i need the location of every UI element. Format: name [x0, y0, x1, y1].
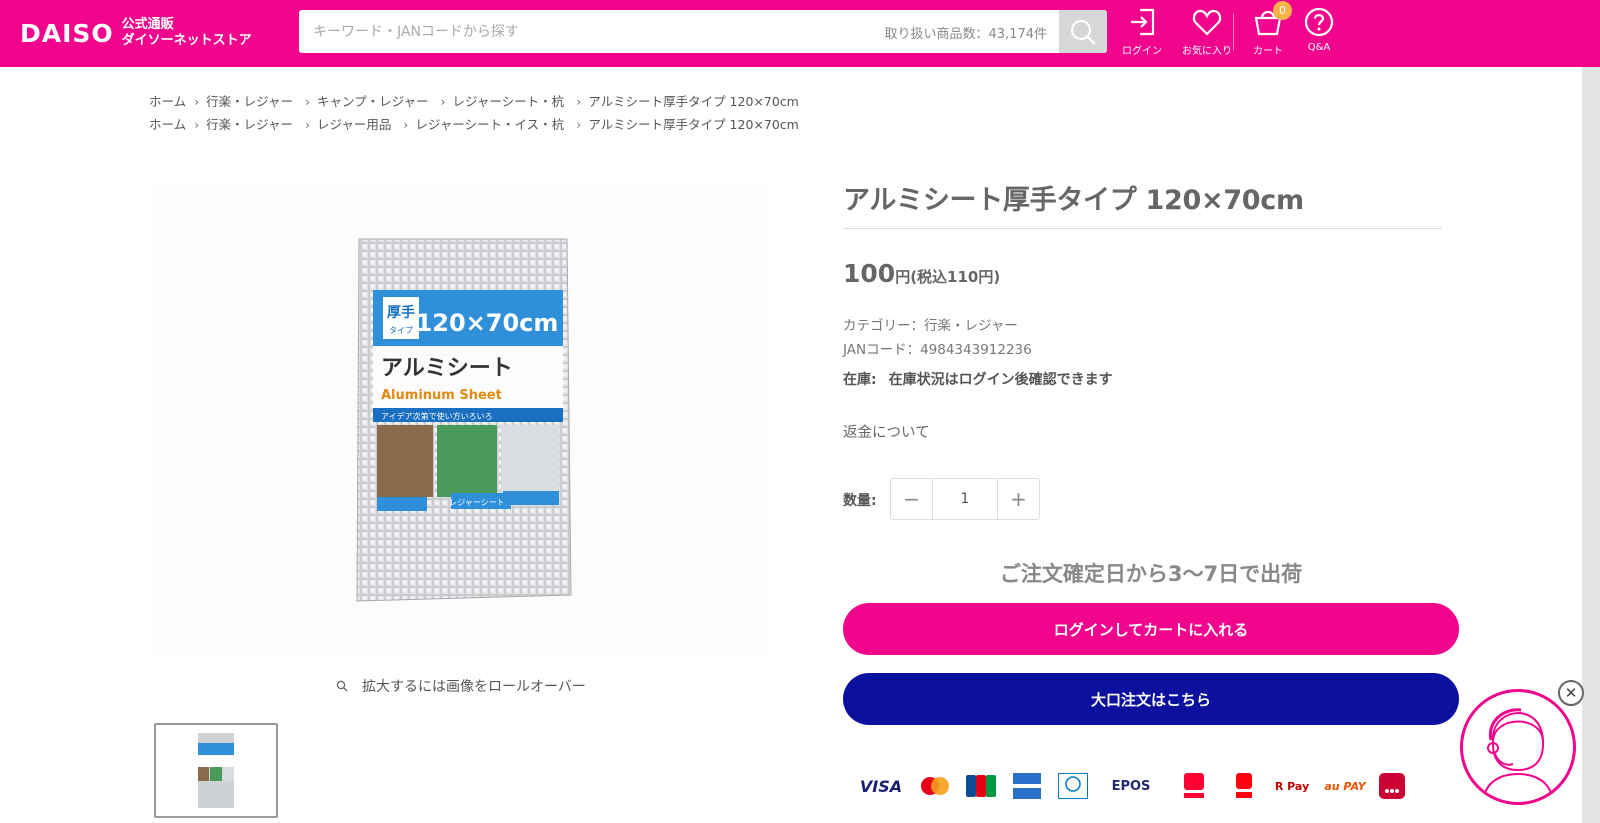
search-icon	[1071, 19, 1096, 45]
chevron-right-icon: ›	[576, 94, 582, 109]
operator-icon	[1482, 708, 1554, 802]
chevron-right-icon: ›	[305, 94, 311, 109]
mastercard-logo	[912, 776, 958, 796]
chevron-right-icon: ›	[403, 117, 409, 132]
product-category: カテゴリー：行楽・レジャー	[843, 318, 1018, 334]
breadcrumb-row: ホーム › 行楽・レジャー › キャンプ・レジャー › レジャーシート・杭 › アルミシ…	[149, 90, 799, 113]
chevron-right-icon: ›	[194, 117, 200, 132]
svg-text:タイプ: タイプ	[389, 326, 413, 335]
breadcrumb-link[interactable]: ホーム	[149, 113, 186, 136]
breadcrumb-current: アルミシート厚手タイプ 120×70cm	[588, 94, 799, 109]
breadcrumb-link[interactable]: 行楽・レジャー	[206, 113, 293, 136]
cart-label: カート	[1253, 46, 1283, 57]
stock-status: 在庫: 在庫状況はログイン後確認できます	[843, 369, 1113, 389]
logo-subtitle: 公式通販 ダイソーネットストア	[122, 17, 252, 49]
breadcrumb: ホーム › 行楽・レジャー › キャンプ・レジャー › レジャーシート・杭 › アルミシ…	[149, 90, 799, 136]
thumbnail-image	[198, 733, 234, 808]
search-button[interactable]	[1059, 10, 1107, 53]
magnifier-icon	[336, 680, 348, 692]
stock-label: 在庫:	[843, 372, 877, 388]
product-count-text: 取り扱い商品数：43,174件	[884, 27, 1048, 42]
chevron-right-icon: ›	[576, 117, 582, 132]
paypay-logo	[1166, 773, 1222, 799]
qa-label: Q&A	[1307, 42, 1331, 53]
rakuten-pay-logo: R Pay	[1274, 779, 1310, 793]
jcb-logo	[958, 775, 1004, 797]
aluminum-sheet-package: 厚手 タイプ 120×70cm アルミシート Aluminum Sheet アイ…	[356, 238, 572, 602]
price-tax-included: (税込110円)	[910, 268, 1001, 286]
quantity-label: 数量:	[843, 493, 877, 509]
minus-icon: −	[903, 487, 920, 511]
cart-count-badge: 0	[1273, 1, 1292, 20]
product-jan-code: JANコード：4984343912236	[843, 342, 1032, 358]
login-icon	[1131, 8, 1155, 36]
svg-text:アイデア次第で使い方いろいろ: アイデア次第で使い方いろいろ	[381, 411, 493, 421]
breadcrumb-link[interactable]: 行楽・レジャー	[206, 90, 293, 113]
breadcrumb-link[interactable]: キャンプ・レジャー	[317, 90, 429, 113]
price-unit: 円	[895, 268, 911, 286]
price-value: 100	[843, 259, 896, 288]
breadcrumb-link[interactable]: レジャーシート・イス・杭	[415, 113, 564, 136]
title-divider	[843, 228, 1442, 229]
chat-close-button[interactable]: ✕	[1558, 680, 1584, 706]
svg-text:Aluminum Sheet: Aluminum Sheet	[381, 388, 502, 403]
svg-text:アルミシート: アルミシート	[381, 356, 513, 381]
site-header: DAISO 公式通販 ダイソーネットストア 取り扱い商品数：43,174件 ログ…	[0, 0, 1600, 67]
qa-button[interactable]: Q&A	[1292, 6, 1346, 58]
quantity-increase-button[interactable]: +	[998, 479, 1039, 519]
breadcrumb-link[interactable]: ホーム	[149, 90, 186, 113]
favorites-label: お気に入り	[1182, 46, 1232, 57]
login-add-to-cart-button[interactable]: ログインしてカートに入れる	[843, 603, 1459, 655]
breadcrumb-link[interactable]: レジャー用品	[317, 113, 391, 136]
zoom-hint-text: 拡大するには画像をロールオーバー	[362, 679, 586, 695]
diners-club-logo	[1050, 773, 1096, 799]
visa-logo: VISA	[859, 776, 903, 796]
svg-text:120×70cm: 120×70cm	[416, 309, 559, 337]
plus-icon: +	[1010, 487, 1027, 511]
heart-icon	[1192, 9, 1222, 36]
zoom-hint: 拡大するには画像をロールオーバー	[336, 676, 586, 696]
quantity-decrease-button[interactable]: −	[891, 479, 932, 519]
epos-logo: EPOS	[1111, 778, 1151, 794]
login-label: ログイン	[1122, 46, 1162, 57]
product-price: 100 円 (税込110円)	[843, 259, 1000, 288]
refund-link[interactable]: 返金について	[843, 421, 930, 442]
breadcrumb-row: ホーム › 行楽・レジャー › レジャー用品 › レジャーシート・イス・杭 › アルミシ…	[149, 113, 799, 136]
quantity-stepper: − 1 +	[890, 478, 1040, 520]
quantity-input[interactable]: 1	[932, 479, 998, 519]
product-title: アルミシート厚手タイプ 120×70cm	[843, 185, 1304, 216]
payment-methods: VISA EPOS R Pay au PAY	[850, 765, 1435, 807]
cart-button[interactable]: 0 カート	[1241, 1, 1295, 58]
search-input[interactable]	[299, 10, 859, 53]
d-barai-logo	[1372, 773, 1412, 799]
logo-wordmark: DAISO	[20, 18, 114, 48]
logo-subtitle-line2: ダイソーネットストア	[121, 33, 252, 48]
shipping-note: ご注文確定日から3〜7日で出荷	[999, 562, 1303, 586]
login-button[interactable]: ログイン	[1115, 6, 1169, 58]
breadcrumb-link[interactable]: レジャーシート・杭	[453, 90, 565, 113]
chat-support-button[interactable]	[1460, 689, 1576, 805]
daiso-logo[interactable]: DAISO 公式通販 ダイソーネットストア	[20, 14, 252, 52]
scrollbar-track[interactable]	[1582, 67, 1600, 823]
svg-text:厚手: 厚手	[387, 304, 415, 321]
stock-value: 在庫状況はログイン後確認できます	[888, 372, 1113, 388]
question-icon	[1304, 7, 1334, 37]
chevron-right-icon: ›	[440, 94, 446, 109]
product-main-image[interactable]: 厚手 タイプ 120×70cm アルミシート Aluminum Sheet アイ…	[151, 185, 768, 655]
favorites-button[interactable]: お気に入り	[1180, 6, 1234, 58]
search-bar: 取り扱い商品数：43,174件	[299, 10, 1107, 53]
header-divider	[1233, 13, 1234, 51]
au-pay-logo: au PAY	[1324, 779, 1366, 793]
merpay-logo	[1222, 773, 1266, 799]
breadcrumb-current: アルミシート厚手タイプ 120×70cm	[588, 117, 799, 132]
close-icon: ✕	[1564, 684, 1578, 702]
product-thumbnail[interactable]	[154, 723, 278, 818]
amex-logo	[1004, 773, 1050, 799]
chevron-right-icon: ›	[194, 94, 200, 109]
bulk-order-button[interactable]: 大口注文はこちら	[843, 673, 1459, 725]
chevron-right-icon: ›	[305, 117, 311, 132]
logo-subtitle-line1: 公式通販	[121, 17, 174, 32]
